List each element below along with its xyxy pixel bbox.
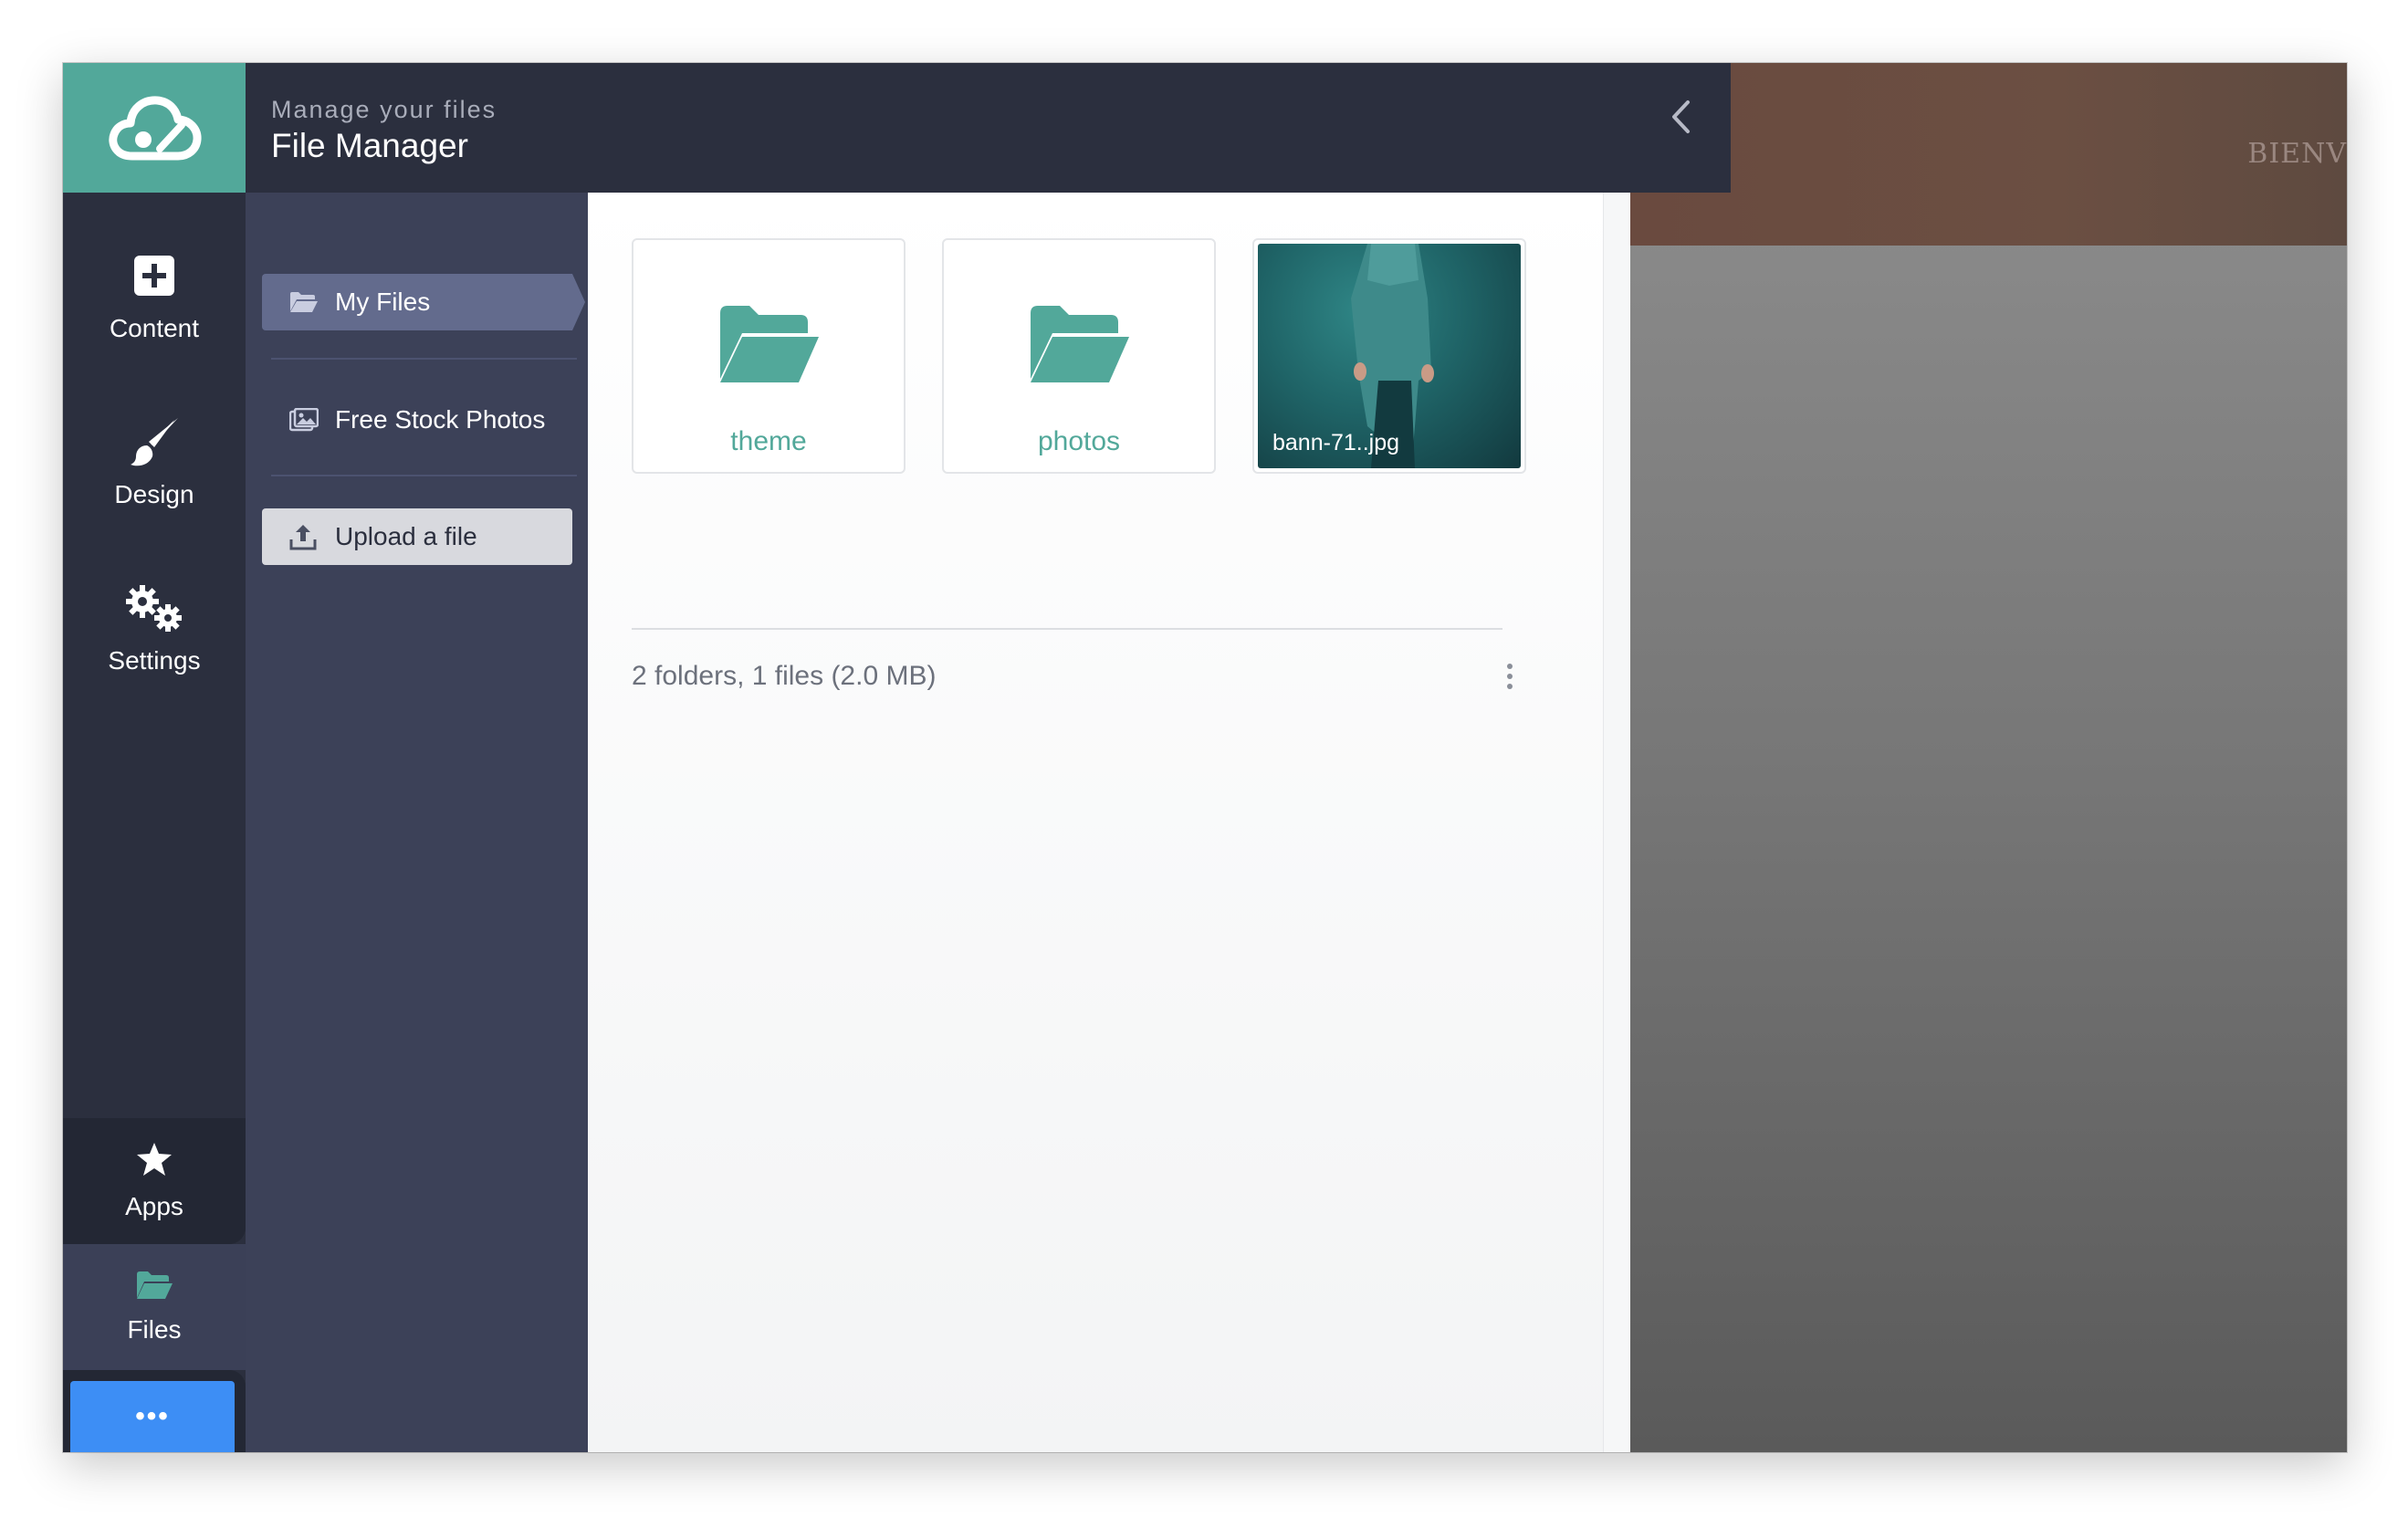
sidebar-divider [271,475,577,476]
main-rail: Content Design Settings Apps Files ••• [63,63,246,1452]
page-subtitle: Manage your files [271,96,497,123]
rail-item-content[interactable]: Content [63,227,246,364]
folder-label: photos [1037,426,1121,456]
upload-icon [289,525,317,550]
sidebar-item-label: My Files [335,288,431,316]
more-options-button[interactable] [1496,658,1523,695]
image-label: bann-71..jpg [1272,430,1400,455]
sidebar-item-my-files[interactable]: My Files [262,274,585,330]
folder-label: theme [730,426,807,456]
page-header: Manage your files File Manager [246,63,1753,193]
preview-heading: BIENV [2247,138,2347,170]
page-title: File Manager [271,127,468,164]
site-preview[interactable]: BIENV [1630,63,2347,1452]
cloud-brush-icon [109,96,202,161]
sidebar-divider [271,358,577,360]
more-button[interactable]: ••• [70,1381,235,1452]
vertical-dots-icon [1507,664,1513,689]
files-summary: 2 folders, 1 files (2.0 MB) [632,661,937,691]
sidebar-item-free-stock-photos[interactable]: Free Stock Photos [262,392,572,448]
rail-item-label: Settings [108,646,201,675]
folder-open-icon [137,1271,173,1299]
image-tile-bann-71[interactable]: bann-71..jpg [1252,238,1526,474]
rail-item-settings[interactable]: Settings [63,560,246,696]
rail-item-label: Content [109,314,200,342]
rail-item-apps[interactable]: Apps [63,1118,246,1244]
folder-open-icon [720,306,819,382]
collapse-panel-button[interactable] [1630,63,1731,193]
logo[interactable] [63,63,246,193]
folder-open-icon [1031,306,1129,382]
preview-header-band [1630,63,2347,246]
content-gutter [1603,193,1631,1452]
rail-item-design[interactable]: Design [63,393,246,530]
folder-tile-photos[interactable]: photos [942,238,1216,474]
folder-tile-theme[interactable]: theme [632,238,906,474]
upload-file-button[interactable]: Upload a file [262,508,572,565]
more-dots-icon: ••• [135,1401,170,1431]
gears-icon [126,585,182,632]
rail-more-container: ••• [63,1370,246,1452]
paintbrush-icon [131,418,178,466]
content-divider [632,628,1502,630]
plus-square-icon [134,256,174,296]
upload-label: Upload a file [335,522,477,550]
folder-open-icon [290,292,318,312]
rail-item-label: Design [114,480,194,508]
star-icon [137,1142,172,1176]
rail-item-label: Files [127,1314,182,1344]
chevron-left-icon [1672,100,1690,133]
sidebar-item-label: Free Stock Photos [335,405,546,434]
rail-item-files[interactable]: Files [63,1244,246,1370]
images-icon [289,408,319,432]
file-browser: theme photos bann-71..jpg 2 folders, 1 f… [588,193,1603,1452]
app-window: Content Design Settings Apps Files ••• M… [63,63,2347,1452]
file-sidebar: My Files Free Stock Photos Upload a file [246,193,588,1452]
rail-item-label: Apps [125,1191,183,1220]
